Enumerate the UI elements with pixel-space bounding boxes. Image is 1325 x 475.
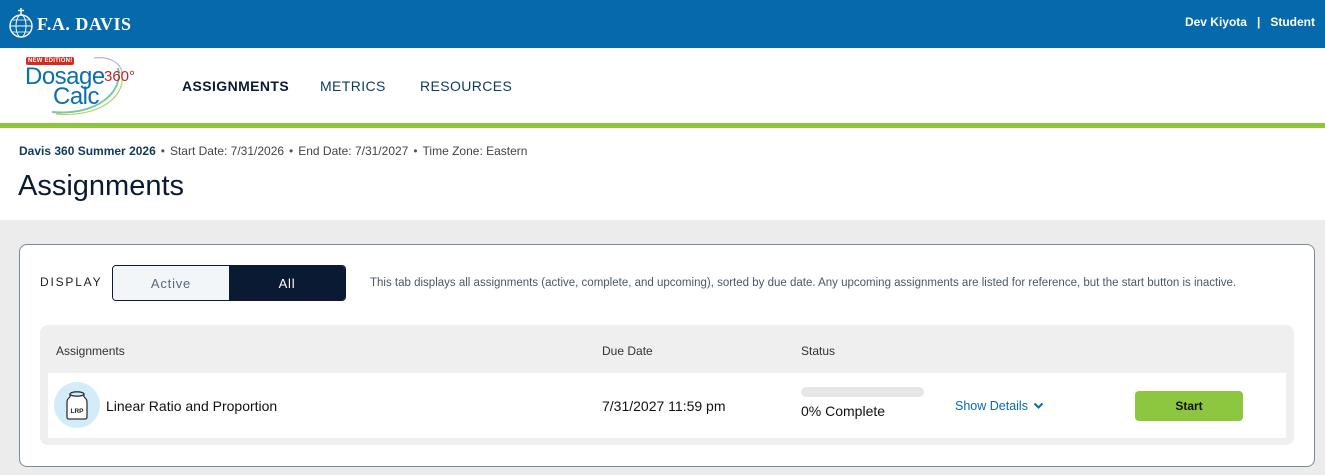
table-row: LRP Linear Ratio and Proportion 7/31/202… xyxy=(48,373,1286,438)
display-option-active[interactable]: Active xyxy=(113,266,229,300)
display-option-all[interactable]: All xyxy=(229,266,345,300)
logo-word-calc: Calc xyxy=(53,83,100,110)
top-bar: F.A. DAVIS Dev Kiyota | Student xyxy=(0,0,1325,48)
user-area: Dev Kiyota | Student xyxy=(1185,15,1315,29)
brand-name: F.A. DAVIS xyxy=(37,13,132,34)
assignments-table: Assignments Due Date Status LRP Linear R… xyxy=(40,325,1294,445)
course-info: Davis 360 Summer 2026 • Start Date: 7/31/2… xyxy=(19,144,528,158)
column-header-status: Status xyxy=(801,344,836,358)
page-header: Davis 360 Summer 2026 • Start Date: 7/31/2… xyxy=(0,128,1325,220)
show-details-label: Show Details xyxy=(955,399,1028,413)
display-label: DISPLAY xyxy=(40,275,103,289)
globe-logo-icon xyxy=(9,8,33,38)
nav-tab-resources[interactable]: RESOURCES xyxy=(420,78,512,94)
assignment-name: Linear Ratio and Proportion xyxy=(106,398,278,414)
course-timezone: Time Zone: Eastern xyxy=(422,144,528,158)
chevron-down-icon xyxy=(1033,402,1044,409)
progress-bar xyxy=(801,387,924,397)
logo-360: 360° xyxy=(104,68,136,85)
show-details-link[interactable]: Show Details xyxy=(955,399,1044,413)
page-title: Assignments xyxy=(18,170,185,202)
nav-bar: NEW EDITION! Dosage 360° Calc ASSIGNMENT… xyxy=(0,48,1325,123)
start-button[interactable]: Start xyxy=(1135,391,1243,421)
course-end-date: End Date: 7/31/2027 xyxy=(298,144,409,158)
progress-status: 0% Complete xyxy=(801,403,886,419)
assignments-card: DISPLAY Active All This tab displays all… xyxy=(19,244,1315,467)
assignment-due-date: 7/31/2027 11:59 pm xyxy=(602,398,726,414)
course-name: Davis 360 Summer 2026 xyxy=(19,144,156,158)
course-start-date: Start Date: 7/31/2026 xyxy=(169,144,285,158)
nav-tab-assignments[interactable]: ASSIGNMENTS xyxy=(182,78,289,94)
dosage-calc-logo[interactable]: NEW EDITION! Dosage 360° Calc xyxy=(22,54,142,116)
column-header-due-date: Due Date xyxy=(602,344,653,358)
user-separator: | xyxy=(1256,15,1261,29)
brand[interactable]: F.A. DAVIS xyxy=(8,7,132,41)
user-role: Student xyxy=(1270,15,1315,29)
user-name[interactable]: Dev Kiyota xyxy=(1185,15,1247,29)
vial-icon-label: LRP xyxy=(71,408,85,415)
nav-tab-metrics[interactable]: METRICS xyxy=(320,78,386,94)
vial-icon: LRP xyxy=(54,382,100,428)
display-toggle: Active All xyxy=(112,265,346,301)
display-description: This tab displays all assignments (activ… xyxy=(370,277,1237,289)
column-header-assignments: Assignments xyxy=(56,344,125,358)
